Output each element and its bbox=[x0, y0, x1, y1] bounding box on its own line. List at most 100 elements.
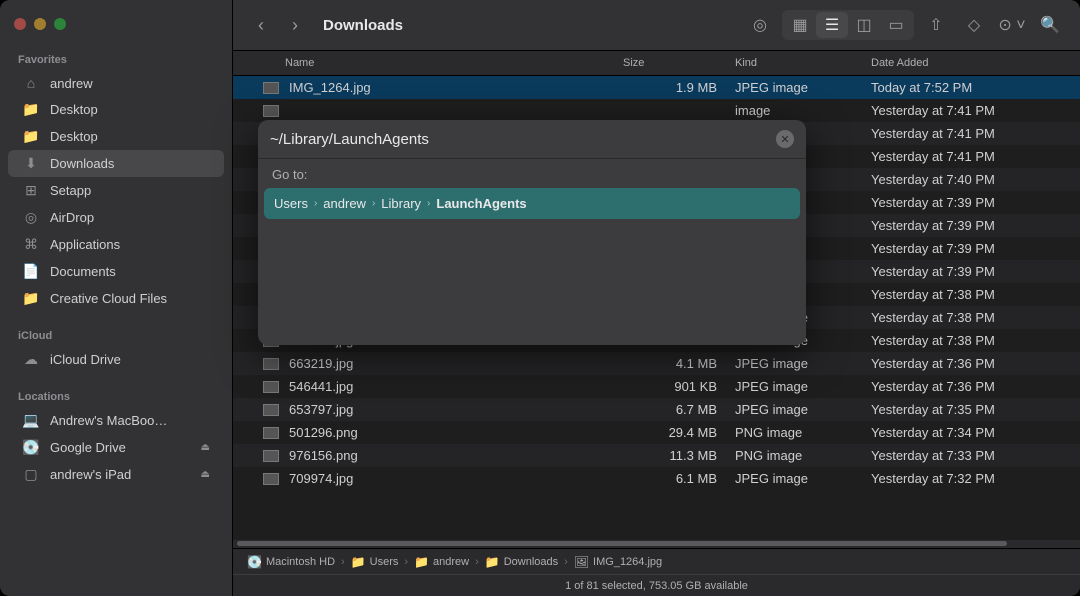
sidebar-item[interactable]: ⬇Downloads bbox=[8, 150, 224, 177]
sidebar-item[interactable]: 💽Google Drive⏏ bbox=[8, 434, 224, 461]
sidebar-item[interactable]: 📄 Documents bbox=[8, 258, 224, 285]
sidebar-item[interactable]: 💻Andrew's MacBoo… bbox=[8, 407, 224, 434]
search-button[interactable]: 🔍 bbox=[1034, 12, 1066, 38]
file-row[interactable]: 653797.jpg 6.7 MB JPEG image Yesterday a… bbox=[233, 398, 1080, 421]
sidebar-item-label: AirDrop bbox=[50, 210, 94, 225]
file-row[interactable]: 663219.jpg 4.1 MB JPEG image Yesterday a… bbox=[233, 352, 1080, 375]
window-controls bbox=[0, 8, 232, 48]
horizontal-scrollbar[interactable] bbox=[233, 540, 1080, 548]
file-date: Yesterday at 7:38 PM bbox=[871, 333, 1080, 348]
header-size[interactable]: Size bbox=[623, 57, 735, 69]
file-date: Yesterday at 7:39 PM bbox=[871, 241, 1080, 256]
airdrop-icon[interactable]: ◎ bbox=[744, 12, 776, 38]
path-seg[interactable]: 📁andrew bbox=[414, 555, 469, 569]
sidebar-item-label: andrew's iPad bbox=[50, 467, 131, 482]
path-seg[interactable]: 📁Downloads bbox=[485, 555, 558, 569]
sidebar-item[interactable]: ◎ AirDrop bbox=[8, 204, 224, 231]
apps-icon: ⌘ bbox=[22, 236, 40, 253]
icon-view-button[interactable]: ▦ bbox=[784, 12, 816, 38]
file-row[interactable]: IMG_1264.jpg 1.9 MB JPEG image Today at … bbox=[233, 76, 1080, 99]
ipad-icon: ▢ bbox=[22, 466, 40, 483]
download-icon: ⬇ bbox=[22, 155, 40, 172]
file-date: Yesterday at 7:35 PM bbox=[871, 402, 1080, 417]
cloud-icon: ☁ bbox=[22, 351, 40, 368]
path-bar: 💽Macintosh HD › 📁Users › 📁andrew › 📁Down… bbox=[233, 548, 1080, 574]
path-seg[interactable]: 📁Users bbox=[351, 555, 399, 569]
file-thumbnail-icon bbox=[263, 358, 279, 370]
file-row[interactable]: 501296.png 29.4 MB PNG image Yesterday a… bbox=[233, 421, 1080, 444]
sidebar-item[interactable]: 📁Desktop bbox=[8, 123, 224, 150]
file-name: 501296.png bbox=[289, 425, 623, 440]
sidebar-item-label: Desktop bbox=[50, 102, 98, 117]
status-text: 1 of 81 selected, 753.05 GB available bbox=[565, 580, 748, 592]
sidebar-item[interactable]: ☁iCloud Drive bbox=[8, 346, 224, 373]
file-date: Today at 7:52 PM bbox=[871, 80, 1080, 95]
folder-icon: 📁 bbox=[22, 290, 40, 307]
eject-icon[interactable]: ⏏ bbox=[201, 442, 210, 453]
folder-icon: 📁 bbox=[22, 101, 40, 118]
share-button[interactable]: ⇧ bbox=[920, 12, 952, 38]
file-row[interactable]: image Yesterday at 7:41 PM bbox=[233, 99, 1080, 122]
finder-window: Favorites ⌂andrew📁Desktop📁Desktop⬇Downlo… bbox=[0, 0, 1080, 596]
sidebar-item-label: andrew bbox=[50, 76, 93, 91]
clear-input-button[interactable]: ✕ bbox=[776, 130, 794, 148]
goto-folder-dialog: ✕ Go to: Users› andrew› Library› LaunchA… bbox=[258, 120, 806, 345]
file-date: Yesterday at 7:41 PM bbox=[871, 149, 1080, 164]
sidebar-item[interactable]: ▢ andrew's iPad ⏏ bbox=[8, 461, 224, 488]
file-date: Yesterday at 7:34 PM bbox=[871, 425, 1080, 440]
sidebar-item[interactable]: ⊞Setapp bbox=[8, 177, 224, 204]
sidebar-item-label: Google Drive bbox=[50, 440, 126, 455]
header-date[interactable]: Date Added bbox=[871, 57, 1080, 69]
gallery-view-button[interactable]: ▭ bbox=[880, 12, 912, 38]
file-thumbnail-icon bbox=[263, 473, 279, 485]
goto-suggestion[interactable]: Users› andrew› Library› LaunchAgents bbox=[264, 188, 800, 219]
tag-button[interactable]: ◇ bbox=[958, 12, 990, 38]
file-kind: image bbox=[735, 103, 871, 118]
close-button[interactable] bbox=[14, 18, 26, 30]
status-bar: 1 of 81 selected, 753.05 GB available bbox=[233, 574, 1080, 596]
eject-icon[interactable]: ⏏ bbox=[201, 469, 210, 480]
file-date: Yesterday at 7:36 PM bbox=[871, 379, 1080, 394]
file-kind: JPEG image bbox=[735, 356, 871, 371]
sidebar-item[interactable]: 📁Creative Cloud Files bbox=[8, 285, 224, 312]
maximize-button[interactable] bbox=[54, 18, 66, 30]
list-view-button[interactable]: ☰ bbox=[816, 12, 848, 38]
path-seg[interactable]: 🖼IMG_1264.jpg bbox=[574, 555, 662, 569]
file-date: Yesterday at 7:39 PM bbox=[871, 195, 1080, 210]
airdrop-icon: ◎ bbox=[22, 209, 40, 226]
file-date: Yesterday at 7:41 PM bbox=[871, 126, 1080, 141]
goto-label: Go to: bbox=[258, 159, 806, 188]
column-view-button[interactable]: ◫ bbox=[848, 12, 880, 38]
file-name: IMG_1264.jpg bbox=[289, 80, 623, 95]
file-row[interactable]: 976156.png 11.3 MB PNG image Yesterday a… bbox=[233, 444, 1080, 467]
icloud-label: iCloud bbox=[0, 324, 232, 346]
file-name: 709974.jpg bbox=[289, 471, 623, 486]
file-row[interactable]: 709974.jpg 6.1 MB JPEG image Yesterday a… bbox=[233, 467, 1080, 490]
file-size: 4.1 MB bbox=[623, 356, 735, 371]
forward-button[interactable]: › bbox=[281, 11, 309, 39]
sidebar-item[interactable]: ⌘ Applications bbox=[8, 231, 224, 258]
header-kind[interactable]: Kind bbox=[735, 57, 871, 69]
grid-icon: ⊞ bbox=[22, 182, 40, 199]
file-size: 6.7 MB bbox=[623, 402, 735, 417]
back-button[interactable]: ‹ bbox=[247, 11, 275, 39]
sidebar-item-label: Applications bbox=[50, 237, 120, 252]
scrollbar-thumb[interactable] bbox=[237, 541, 1007, 546]
sidebar-item[interactable]: 📁 Desktop bbox=[8, 96, 224, 123]
minimize-button[interactable] bbox=[34, 18, 46, 30]
action-menu-button[interactable]: ⊙ ˅ bbox=[996, 12, 1028, 38]
header-name[interactable]: Name bbox=[233, 57, 623, 69]
sidebar-item-label: Documents bbox=[50, 264, 116, 279]
toolbar: ‹ › Downloads ◎ ▦ ☰ ◫ ▭ ⇧ ◇ ⊙ ˅ 🔍 bbox=[233, 0, 1080, 50]
file-kind: JPEG image bbox=[735, 80, 871, 95]
file-date: Yesterday at 7:32 PM bbox=[871, 471, 1080, 486]
goto-input[interactable] bbox=[270, 131, 776, 148]
doc-icon: 📄 bbox=[22, 263, 40, 280]
path-seg[interactable]: 💽Macintosh HD bbox=[247, 555, 335, 569]
file-row[interactable]: 546441.jpg 901 KB JPEG image Yesterday a… bbox=[233, 375, 1080, 398]
file-date: Yesterday at 7:41 PM bbox=[871, 103, 1080, 118]
sidebar-item[interactable]: ⌂andrew bbox=[8, 70, 224, 96]
file-name: 653797.jpg bbox=[289, 402, 623, 417]
view-switcher: ▦ ☰ ◫ ▭ bbox=[782, 10, 914, 40]
folder-icon: 📁 bbox=[22, 128, 40, 145]
